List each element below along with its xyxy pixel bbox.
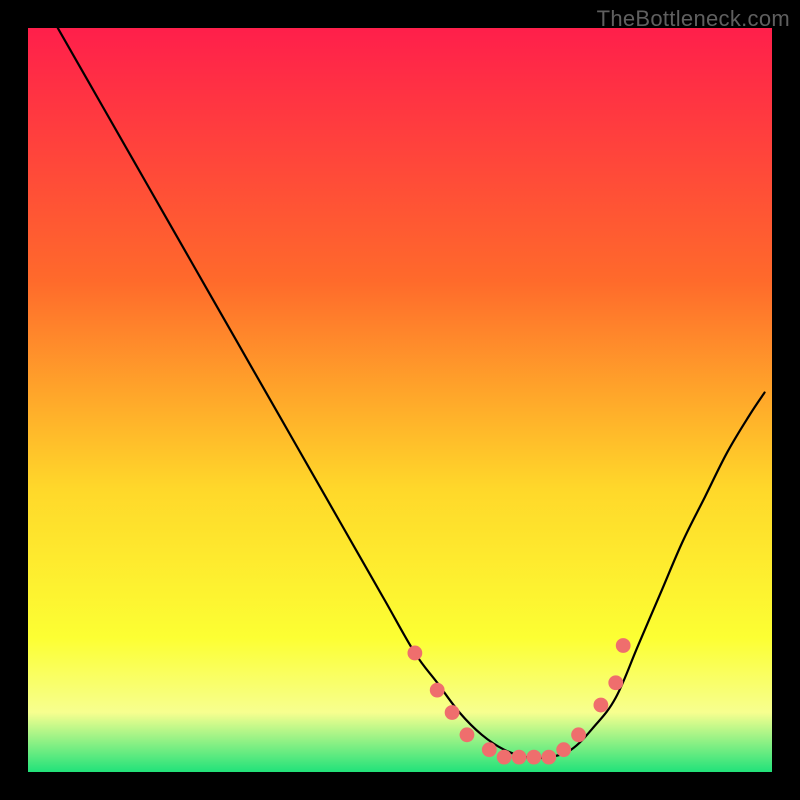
marker-dot [541, 750, 556, 765]
marker-dot [571, 727, 586, 742]
marker-dot [556, 742, 571, 757]
marker-dot [512, 750, 527, 765]
marker-dot [407, 646, 422, 661]
marker-dot [497, 750, 512, 765]
marker-dot [445, 705, 460, 720]
marker-dot [616, 638, 631, 653]
marker-dot [482, 742, 497, 757]
gradient-background [28, 28, 772, 772]
chart-svg [28, 28, 772, 772]
chart-stage: TheBottleneck.com [0, 0, 800, 800]
chart-plot-area [28, 28, 772, 772]
marker-dot [430, 683, 445, 698]
marker-dot [593, 698, 608, 713]
marker-dot [460, 727, 475, 742]
marker-dot [527, 750, 542, 765]
marker-dot [608, 675, 623, 690]
